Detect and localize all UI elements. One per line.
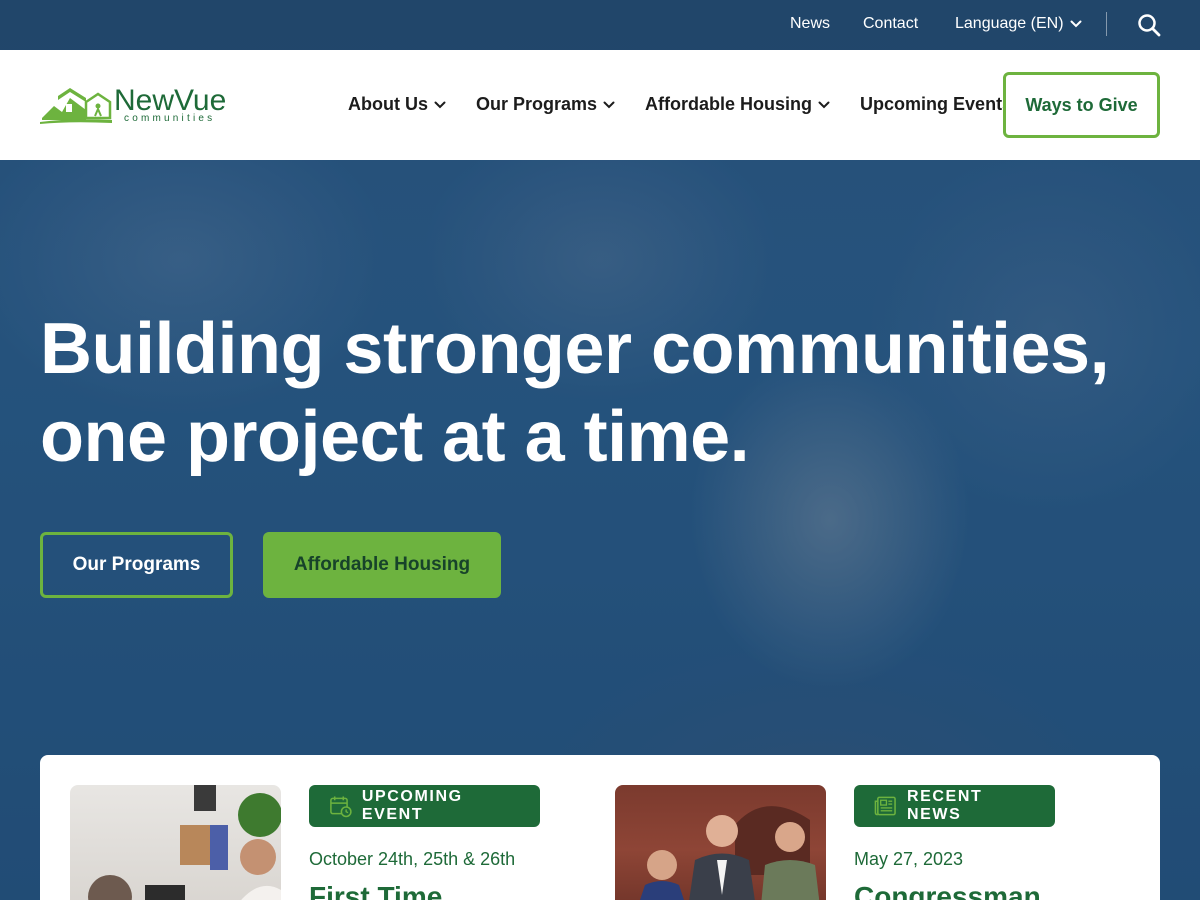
nav-affordable-housing[interactable]: Affordable Housing xyxy=(645,94,830,115)
event-date: October 24th, 25th & 26th xyxy=(309,849,516,869)
nav-label: About Us xyxy=(348,94,428,114)
ways-to-give-button[interactable]: Ways to Give xyxy=(1003,72,1160,138)
tag-label: UPCOMING EVENT xyxy=(361,788,463,823)
nav-label: Affordable Housing xyxy=(645,94,813,114)
news-title-link[interactable]: Congressman xyxy=(854,881,1041,900)
affordable-housing-button[interactable]: Affordable Housing xyxy=(263,532,501,598)
news-photo xyxy=(640,806,820,900)
utility-contact-link[interactable]: Contact xyxy=(863,15,918,33)
event-title-link[interactable]: First Time xyxy=(309,881,442,900)
upcoming-event-tag: UPCOMING EVENT xyxy=(309,785,540,827)
nav-our-programs[interactable]: Our Programs xyxy=(476,94,615,115)
news-thumbnail[interactable] xyxy=(615,785,826,900)
utility-divider xyxy=(1106,12,1107,36)
recent-news-tag: RECENT NEWS xyxy=(854,785,1055,827)
hero-title-line-1: Building stronger communities, xyxy=(40,309,1110,389)
chevron-down-icon xyxy=(1070,20,1082,28)
calendar-clock-icon xyxy=(330,796,352,818)
utility-bar: News Contact Language (EN) xyxy=(0,0,1200,50)
tag-label: RECENT NEWS xyxy=(906,788,983,823)
event-thumbnail[interactable] xyxy=(70,785,281,900)
hero-title: Building stronger communities, one proje… xyxy=(40,305,1140,481)
nav-about-us[interactable]: About Us xyxy=(348,94,446,115)
utility-news-link[interactable]: News xyxy=(790,15,830,33)
nav-upcoming-events[interactable]: Upcoming Events xyxy=(860,94,1012,115)
language-selector[interactable]: Language (EN) xyxy=(955,15,1082,33)
main-header: NewVue communities About Us Our Programs… xyxy=(0,50,1200,160)
nav-label: Upcoming Events xyxy=(860,94,1013,114)
nav-label: Our Programs xyxy=(476,94,598,114)
event-photo xyxy=(88,785,281,900)
logo-houses-icon xyxy=(40,88,112,124)
chevron-down-icon xyxy=(818,101,830,108)
highlights-card: UPCOMING EVENT October 24th, 25th & 26th… xyxy=(40,755,1160,900)
newspaper-icon xyxy=(874,796,896,816)
logo-tagline: communities xyxy=(124,113,215,124)
our-programs-button[interactable]: Our Programs xyxy=(40,532,233,598)
news-date: May 27, 2023 xyxy=(854,849,964,869)
chevron-down-icon xyxy=(434,101,446,108)
language-label: Language (EN) xyxy=(955,15,1064,32)
chevron-down-icon xyxy=(603,101,615,108)
newvue-logo[interactable]: NewVue communities xyxy=(40,84,245,128)
main-nav: About Us Our Programs Affordable Housing… xyxy=(348,94,1042,115)
hero-title-line-2: one project at a time. xyxy=(40,397,750,477)
search-icon[interactable] xyxy=(1137,13,1161,37)
